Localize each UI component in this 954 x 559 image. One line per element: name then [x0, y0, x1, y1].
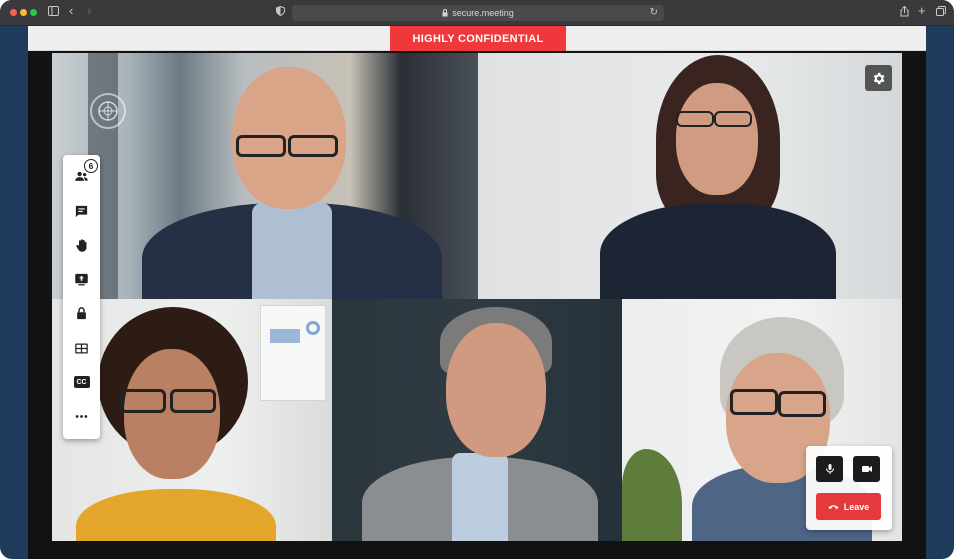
microphone-icon: [825, 464, 834, 474]
sidebar-icon[interactable]: [48, 6, 59, 20]
close-window-button[interactable]: [10, 9, 17, 16]
tabs-icon[interactable]: [936, 6, 946, 20]
lock-icon: [442, 9, 448, 17]
video-tile-4[interactable]: [332, 299, 622, 541]
leave-label: Leave: [843, 501, 870, 512]
back-icon[interactable]: ‹: [69, 4, 73, 18]
address-text: secure.meeting: [452, 8, 514, 18]
call-controls: Leave: [806, 446, 892, 530]
hang-up-icon: [828, 504, 839, 509]
chat-button[interactable]: [71, 201, 92, 221]
browser-window: ‹ › secure.meeting ↻ + HIGHLY CONFIDENTI…: [0, 0, 954, 559]
layout-button[interactable]: [71, 338, 92, 358]
share-icon[interactable]: [900, 5, 909, 21]
raise-hand-button[interactable]: [71, 235, 92, 255]
gear-icon: [873, 72, 885, 84]
shield-icon: [276, 5, 285, 20]
camera-button[interactable]: [853, 456, 880, 482]
leave-button[interactable]: Leave: [816, 493, 881, 520]
settings-button[interactable]: [865, 65, 892, 91]
lock-icon: [77, 306, 86, 319]
video-tile-1[interactable]: [52, 53, 478, 299]
share-screen-button[interactable]: [71, 269, 92, 289]
forward-icon[interactable]: ›: [87, 4, 91, 18]
share-screen-icon: [75, 273, 88, 285]
video-camera-icon: [861, 466, 872, 472]
more-options-button[interactable]: [71, 406, 92, 426]
captions-icon: CC: [73, 376, 90, 388]
participants-count-badge: 6: [84, 159, 98, 173]
minimize-window-button[interactable]: [20, 9, 27, 16]
chat-icon: [75, 205, 88, 217]
new-tab-icon[interactable]: +: [918, 4, 926, 18]
captions-button[interactable]: CC: [71, 372, 92, 392]
lock-meeting-button[interactable]: [71, 303, 92, 323]
address-bar[interactable]: secure.meeting ↻: [292, 5, 664, 21]
confidential-banner: HIGHLY CONFIDENTIAL: [390, 26, 566, 51]
microphone-button[interactable]: [816, 456, 843, 482]
reload-icon[interactable]: ↻: [650, 7, 658, 18]
video-tile-2[interactable]: [478, 53, 902, 299]
meeting-toolbar: 6 CC: [63, 155, 100, 439]
zoom-window-button[interactable]: [30, 9, 37, 16]
more-icon: [75, 414, 88, 418]
title-bar: ‹ › secure.meeting ↻ +: [0, 0, 954, 26]
meeting-app: HIGHLY CONFIDENTIAL 6 CC Leave: [28, 26, 926, 559]
raise-hand-icon: [76, 238, 87, 252]
layout-icon: [75, 343, 88, 353]
un-emblem-icon: [90, 93, 126, 129]
